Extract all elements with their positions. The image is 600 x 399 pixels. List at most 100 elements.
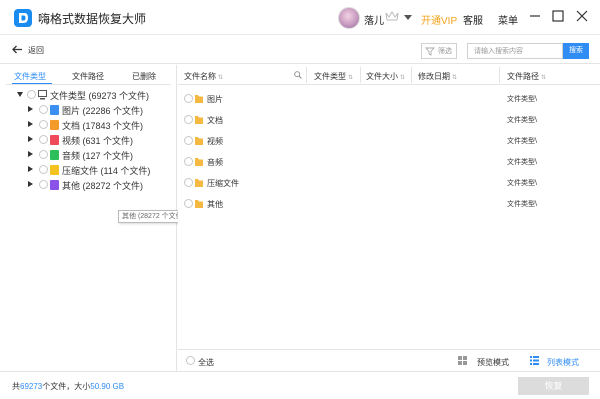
select-all-label[interactable]: 全选 (198, 357, 214, 368)
expand-arrow-icon[interactable] (28, 166, 33, 172)
tree-item-label: 文档 (17843 个文件) (62, 121, 144, 131)
sort-icon: ⇅ (541, 75, 547, 81)
tree-item-label: 视频 (631 个文件) (62, 136, 134, 146)
table-row[interactable]: 压缩文件 文件类型\ (178, 174, 600, 192)
row-checkbox[interactable] (184, 94, 193, 103)
active-tab-indicator (12, 83, 52, 84)
customer-service-link[interactable]: 客服 (463, 12, 483, 27)
search-input[interactable] (467, 43, 563, 59)
image-file-icon (50, 105, 59, 115)
tree-root-label: 文件类型 (69273 个文件) (50, 91, 150, 101)
table-row[interactable]: 音频 文件类型\ (178, 153, 600, 171)
row-name: 文档 (207, 116, 223, 125)
list-view-icon[interactable] (530, 356, 539, 365)
crown-icon (385, 11, 399, 21)
col-header-type-label: 文件类型 (314, 72, 346, 81)
row-checkbox[interactable] (184, 157, 193, 166)
select-all-checkbox[interactable] (186, 356, 195, 365)
open-vip-link[interactable]: 开通VIP (421, 12, 457, 27)
filter-label: 筛选 (438, 48, 452, 55)
row-name: 其他 (207, 200, 223, 209)
table-header: 文件名称 ⇅ 文件类型 ⇅ 文件大小 ⇅ 修改日期 ⇅ 文件路径 ⇅ (178, 65, 600, 85)
filter-icon (425, 47, 435, 56)
col-header-path[interactable]: 文件路径 ⇅ (507, 71, 546, 82)
row-path: 文件类型\ (507, 138, 537, 145)
expand-arrow-icon[interactable] (28, 106, 33, 112)
user-dropdown-icon[interactable] (404, 15, 412, 20)
tab-file-path[interactable]: 文件路径 (72, 71, 104, 82)
row-name: 图片 (207, 95, 223, 104)
folder-icon (195, 95, 203, 103)
expand-arrow-icon[interactable] (28, 121, 33, 127)
row-checkbox[interactable] (184, 178, 193, 187)
tree-item-checkbox[interactable] (39, 135, 48, 144)
tabs-divider (6, 84, 171, 85)
tab-file-type[interactable]: 文件类型 (14, 71, 46, 82)
table-row[interactable]: 其他 文件类型\ (178, 195, 600, 213)
tree-item-checkbox[interactable] (39, 180, 48, 189)
status-prefix: 共 (12, 382, 20, 391)
tree-item-label: 压缩文件 (114 个文件) (62, 166, 151, 176)
tree-item-checkbox[interactable] (39, 120, 48, 129)
list-mode-button[interactable]: 列表模式 (547, 357, 579, 368)
col-header-date[interactable]: 修改日期 ⇅ (418, 71, 457, 82)
tree-item-archives[interactable]: 压缩文件 (114 个文件) (28, 164, 174, 176)
row-checkbox[interactable] (184, 115, 193, 124)
preview-mode-button[interactable]: 预览模式 (477, 357, 509, 368)
search-button[interactable]: 搜索 (563, 43, 589, 59)
expand-arrow-icon[interactable] (28, 136, 33, 142)
folder-icon (195, 116, 203, 124)
tree-item-checkbox[interactable] (39, 105, 48, 114)
expand-arrow-icon[interactable] (28, 151, 33, 157)
back-arrow-icon[interactable] (12, 45, 23, 54)
col-separator (499, 67, 500, 83)
app-title: 嗨格式数据恢复大师 (38, 12, 147, 26)
col-header-name[interactable]: 文件名称 ⇅ (184, 71, 223, 82)
row-checkbox[interactable] (184, 199, 193, 208)
grid-view-icon[interactable] (458, 356, 467, 365)
archive-file-icon (50, 165, 59, 175)
status-mid: 个文件，大小 (42, 382, 91, 391)
table-row[interactable]: 图片 文件类型\ (178, 90, 600, 108)
maximize-icon[interactable] (551, 9, 565, 23)
col-header-date-label: 修改日期 (418, 72, 450, 81)
tab-deleted[interactable]: 已删除 (132, 71, 156, 82)
minimize-icon[interactable] (528, 9, 542, 23)
filter-button[interactable]: 筛选 (421, 43, 457, 59)
status-bar: 共69273个文件，大小50.90 GB 恢复 (0, 371, 600, 399)
tree-root-checkbox[interactable] (27, 90, 36, 99)
tree-item-images[interactable]: 图片 (22286 个文件) (28, 104, 174, 116)
user-avatar[interactable] (338, 7, 360, 29)
menu-link[interactable]: 菜单 (498, 12, 518, 27)
title-bar: 嗨格式数据恢复大师 落儿 开通VIP 客服 菜单 (0, 0, 600, 35)
col-header-size[interactable]: 文件大小 ⇅ (366, 71, 405, 82)
recover-button[interactable]: 恢复 (518, 377, 589, 395)
table-row[interactable]: 视频 文件类型\ (178, 132, 600, 150)
user-name[interactable]: 落儿 (364, 12, 384, 27)
col-separator (306, 67, 307, 83)
tree-item-audio[interactable]: 音频 (127 个文件) (28, 149, 174, 161)
col-separator (411, 67, 412, 83)
row-checkbox[interactable] (184, 136, 193, 145)
tree-item-checkbox[interactable] (39, 165, 48, 174)
col-header-size-label: 文件大小 (366, 72, 398, 81)
status-file-count: 69273 (20, 382, 43, 391)
column-search-icon[interactable] (294, 71, 302, 79)
tree-item-videos[interactable]: 视频 (631 个文件) (28, 134, 174, 146)
tree-root[interactable]: 文件类型 (69273 个文件) (14, 89, 174, 101)
back-button[interactable]: 返回 (28, 45, 44, 56)
tree-item-label: 音频 (127 个文件) (62, 151, 134, 161)
col-header-path-label: 文件路径 (507, 72, 539, 81)
folder-icon (195, 179, 203, 187)
row-path: 文件类型\ (507, 159, 537, 166)
folder-icon (195, 158, 203, 166)
video-file-icon (50, 135, 59, 145)
expand-arrow-icon[interactable] (17, 92, 23, 97)
col-header-type[interactable]: 文件类型 ⇅ (314, 71, 353, 82)
tree-item-checkbox[interactable] (39, 150, 48, 159)
table-row[interactable]: 文档 文件类型\ (178, 111, 600, 129)
tree-item-other[interactable]: 其他 (28272 个文件) (28, 179, 174, 191)
close-icon[interactable] (575, 9, 589, 23)
tree-item-documents[interactable]: 文档 (17843 个文件) (28, 119, 174, 131)
expand-arrow-icon[interactable] (28, 181, 33, 187)
